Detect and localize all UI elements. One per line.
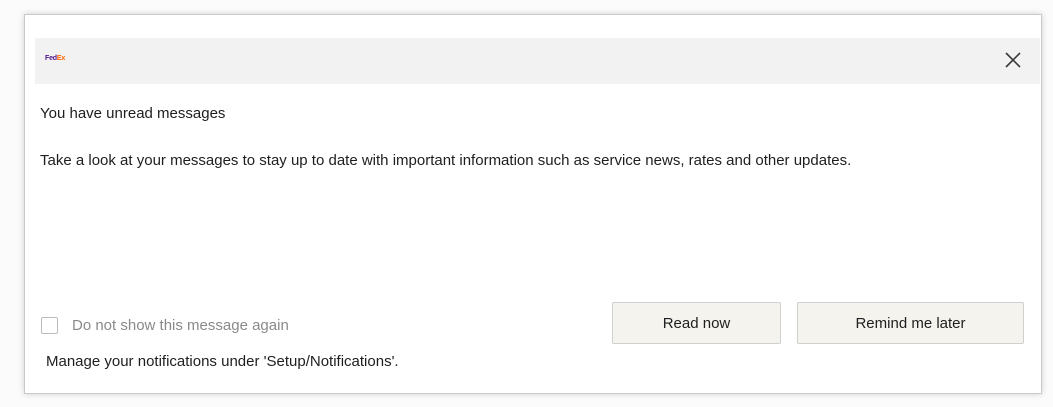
dont-show-again-checkbox[interactable]: Do not show this message again (41, 317, 289, 334)
dialog-header (35, 38, 1040, 84)
dialog-message: Take a look at your messages to stay up … (40, 152, 852, 169)
read-now-button[interactable]: Read now (612, 302, 781, 344)
notification-dialog: FedEx You have unread messages Take a lo… (24, 14, 1042, 394)
close-button[interactable] (998, 46, 1028, 74)
checkbox-icon[interactable] (41, 317, 58, 334)
fedex-logo: FedEx (45, 55, 65, 63)
dialog-title: You have unread messages (40, 105, 226, 122)
logo-ex-text: Ex (56, 55, 66, 62)
manage-notifications-text: Manage your notifications under 'Setup/N… (46, 353, 399, 370)
dont-show-again-label[interactable]: Do not show this message again (72, 317, 289, 334)
remind-me-later-button[interactable]: Remind me later (797, 302, 1024, 344)
logo-fed-text: Fed (45, 55, 57, 62)
close-icon (1005, 52, 1021, 68)
